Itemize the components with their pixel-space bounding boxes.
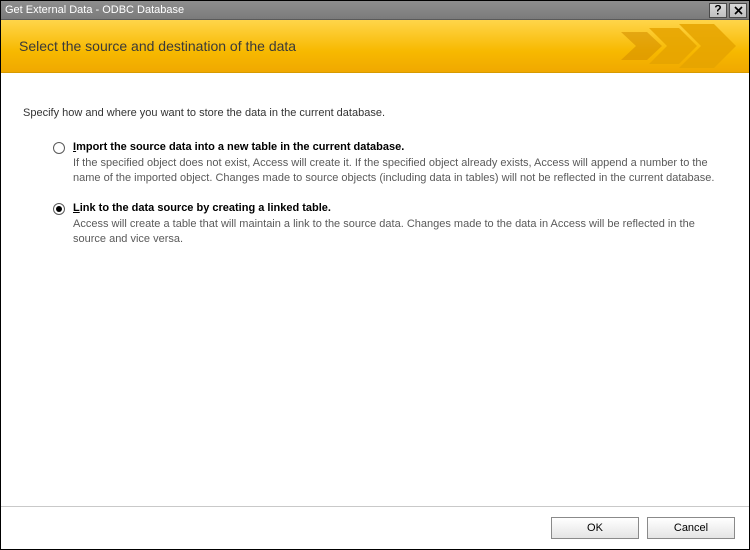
dialog-window: Get External Data - ODBC Database Select… [0,0,750,550]
radio-import[interactable] [53,142,65,154]
option-import[interactable]: Import the source data into a new table … [53,141,727,186]
option-link-description: Access will create a table that will mai… [73,217,727,247]
cancel-button[interactable]: Cancel [647,517,735,539]
help-button[interactable] [709,3,727,18]
dialog-footer: OK Cancel [1,506,749,549]
banner: Select the source and destination of the… [1,20,749,73]
content-area: Specify how and where you want to store … [1,73,749,506]
window-title: Get External Data - ODBC Database [5,4,184,16]
banner-heading: Select the source and destination of the… [19,38,296,54]
window-controls [709,3,747,18]
option-import-description: If the specified object does not exist, … [73,156,727,186]
banner-decoration-icon [529,20,749,72]
radio-link[interactable] [53,203,65,215]
option-import-label: Import the source data into a new table … [73,141,727,153]
option-link-label: Link to the data source by creating a li… [73,202,727,214]
option-link[interactable]: Link to the data source by creating a li… [53,202,727,247]
close-button[interactable] [729,3,747,18]
instruction-text: Specify how and where you want to store … [23,107,727,119]
titlebar: Get External Data - ODBC Database [1,1,749,20]
ok-button[interactable]: OK [551,517,639,539]
